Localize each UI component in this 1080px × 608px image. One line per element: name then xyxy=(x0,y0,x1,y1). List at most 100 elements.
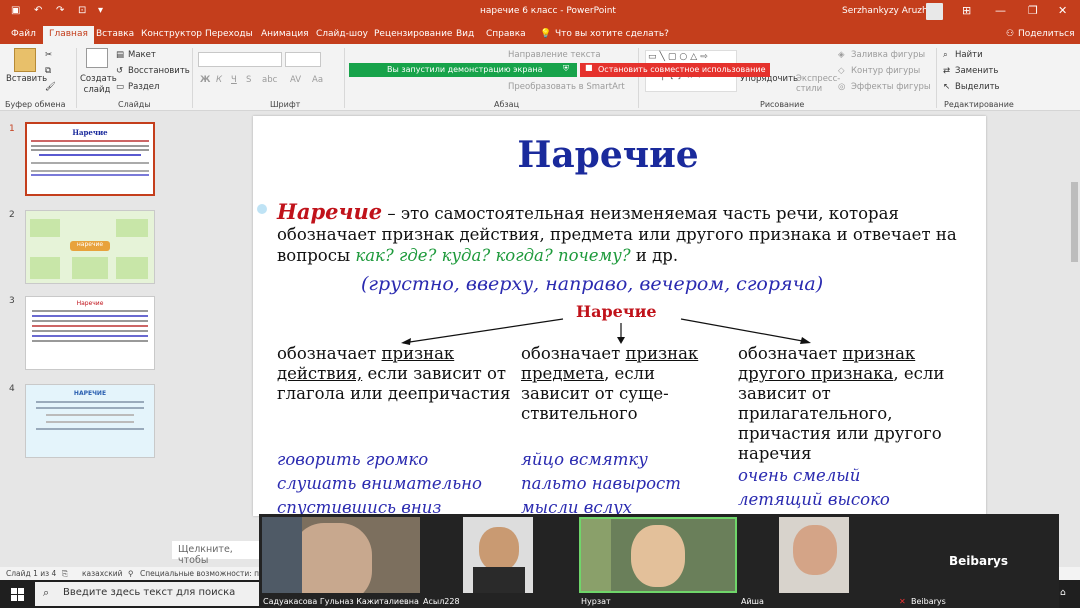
video-tile-3-active-speaker[interactable] xyxy=(579,517,737,593)
underline-icon[interactable]: Ч xyxy=(231,75,237,85)
thumb-number: 3 xyxy=(9,296,15,306)
example-item: пальто навырост xyxy=(521,474,681,493)
thumb-title: Наречие xyxy=(72,128,108,137)
bold-icon[interactable]: Ж xyxy=(200,75,210,85)
video-tile-1[interactable] xyxy=(262,517,420,593)
new-slide-button[interactable]: Создать слайд xyxy=(80,74,117,96)
group-paragraph-label: Абзац xyxy=(494,100,520,109)
example-item: очень смелый xyxy=(738,466,861,485)
paste-button[interactable]: Вставить xyxy=(6,74,47,84)
vertical-scrollbar[interactable] xyxy=(1069,112,1080,567)
spell-check-icon[interactable]: ⎘ xyxy=(62,569,68,579)
italic-icon[interactable]: К xyxy=(216,75,222,85)
select-button[interactable]: Выделить xyxy=(955,82,1000,92)
notification-icon[interactable]: ⌂ xyxy=(1060,588,1066,598)
strike-icon[interactable]: abc xyxy=(262,75,277,85)
tab-help[interactable]: Справка xyxy=(486,29,526,39)
windows-start-icon[interactable] xyxy=(11,588,24,601)
notes-pane[interactable]: Щелкните, чтобы xyxy=(172,541,262,566)
search-icon: ⌕ xyxy=(43,586,50,599)
video-tile-2[interactable] xyxy=(463,517,533,593)
example-item: слушать внимательно xyxy=(277,474,482,493)
slide-thumbnail-2[interactable]: наречие xyxy=(25,210,155,284)
new-slide-icon[interactable] xyxy=(86,48,108,68)
copy-icon[interactable]: ⧉ xyxy=(45,66,51,76)
slide-thumbnail-3[interactable]: Наречие xyxy=(25,296,155,370)
participant-name: Айша xyxy=(741,597,764,606)
effects-icon[interactable]: ◎ xyxy=(838,82,845,92)
group-slides-label: Слайды xyxy=(118,100,151,109)
thumb-number: 4 xyxy=(9,384,15,394)
language-indicator[interactable]: казахский xyxy=(82,569,123,578)
find-icon[interactable]: ⌕ xyxy=(943,50,948,60)
layout-button[interactable]: Макет xyxy=(128,50,156,60)
tab-review[interactable]: Рецензирование xyxy=(374,29,452,39)
tab-transitions[interactable]: Переходы xyxy=(205,29,253,39)
select-icon[interactable]: ↖ xyxy=(943,82,950,92)
find-button[interactable]: Найти xyxy=(955,50,983,60)
col1-pre: обозначает xyxy=(277,344,382,363)
participant-name: Нурзат xyxy=(581,597,611,606)
layout-icon[interactable]: ▤ xyxy=(116,50,124,60)
maximize-icon[interactable]: ❐ xyxy=(1028,4,1038,17)
ribbon-display-icon[interactable]: ⊞ xyxy=(962,4,971,17)
paste-icon[interactable] xyxy=(14,48,36,72)
fill-icon[interactable]: ◈ xyxy=(838,50,845,60)
shape-effects-button[interactable]: Эффекты фигуры xyxy=(851,82,931,92)
stop-sharing-text: Остановить совместное использование xyxy=(598,65,766,74)
minimize-icon[interactable]: — xyxy=(995,4,1006,17)
spacing-icon[interactable]: AV xyxy=(290,75,301,85)
arrow-left xyxy=(402,318,564,344)
tab-file[interactable]: Файл xyxy=(11,29,36,39)
undo-icon[interactable]: ↶ xyxy=(34,5,42,16)
avatar[interactable] xyxy=(926,3,943,20)
participant-face xyxy=(793,525,837,575)
shape-fill-button[interactable]: Заливка фигуры xyxy=(851,50,925,60)
section-button[interactable]: Раздел xyxy=(128,82,159,92)
tab-animations[interactable]: Анимация xyxy=(261,29,309,39)
group-editing-label: Редактирование xyxy=(944,100,1014,109)
stop-icon: ■ xyxy=(585,63,593,72)
save-icon[interactable]: ▣ xyxy=(11,5,20,16)
quick-styles-button[interactable]: Экспресс-стили xyxy=(796,74,840,94)
section-icon[interactable]: ▭ xyxy=(116,82,124,92)
shadow-icon[interactable]: S xyxy=(246,75,251,85)
replace-button[interactable]: Заменить xyxy=(955,66,998,76)
shape-outline-button[interactable]: Контур фигуры xyxy=(851,66,920,76)
outline-icon[interactable]: ◇ xyxy=(838,66,845,76)
font-size-field[interactable] xyxy=(285,52,321,67)
column-action: обозначает признак действия, если зависи… xyxy=(277,344,512,404)
replace-icon[interactable]: ⇄ xyxy=(943,66,950,76)
slide-counter: Слайд 1 из 4 xyxy=(6,569,57,578)
shield-icon: ⛨ xyxy=(563,64,569,73)
close-icon[interactable]: ✕ xyxy=(1058,4,1067,17)
format-painter-icon[interactable]: 🖌 xyxy=(45,82,56,92)
group-font-label: Шрифт xyxy=(270,100,301,109)
slide-thumbnail-1[interactable]: Наречие xyxy=(25,122,155,196)
video-tile-4[interactable] xyxy=(779,517,849,593)
present-icon[interactable]: ⊡ xyxy=(78,5,86,16)
share-button[interactable]: Поделиться xyxy=(1018,29,1075,39)
accessibility-icon[interactable]: ⚲ xyxy=(128,569,134,578)
tab-design[interactable]: Конструктор xyxy=(141,29,202,39)
cut-icon[interactable]: ✂ xyxy=(45,50,52,60)
reset-button[interactable]: Восстановить xyxy=(128,66,190,76)
tab-home[interactable]: Главная xyxy=(43,26,94,44)
tab-slideshow[interactable]: Слайд-шоу xyxy=(316,29,368,39)
redo-icon[interactable]: ↷ xyxy=(56,5,64,16)
taskbar-search-input[interactable]: ⌕ Введите здесь текст для поиска xyxy=(35,582,268,606)
reset-icon[interactable]: ↺ xyxy=(116,66,123,76)
tab-view[interactable]: Вид xyxy=(456,29,474,39)
smartart-button[interactable]: Преобразовать в SmartArt xyxy=(508,82,625,92)
case-icon[interactable]: Aa xyxy=(312,75,323,85)
customize-icon[interactable]: ▾ xyxy=(98,5,103,16)
example-item: говорить громко xyxy=(277,450,429,469)
tell-me-search[interactable]: Что вы хотите сделать? xyxy=(555,29,669,39)
font-name-field[interactable] xyxy=(198,52,282,67)
slide-canvas[interactable]: Наречие Наречие – это самостоятельная не… xyxy=(253,116,986,516)
column-feature: обозначает признак другого признака, есл… xyxy=(738,344,978,464)
stop-sharing-button[interactable]: ■ Остановить совместное использование xyxy=(580,63,770,77)
tab-insert[interactable]: Вставка xyxy=(96,29,134,39)
text-direction-button[interactable]: Направление текста xyxy=(508,50,601,60)
slide-thumbnail-4[interactable]: НАРЕЧИЕ xyxy=(25,384,155,458)
